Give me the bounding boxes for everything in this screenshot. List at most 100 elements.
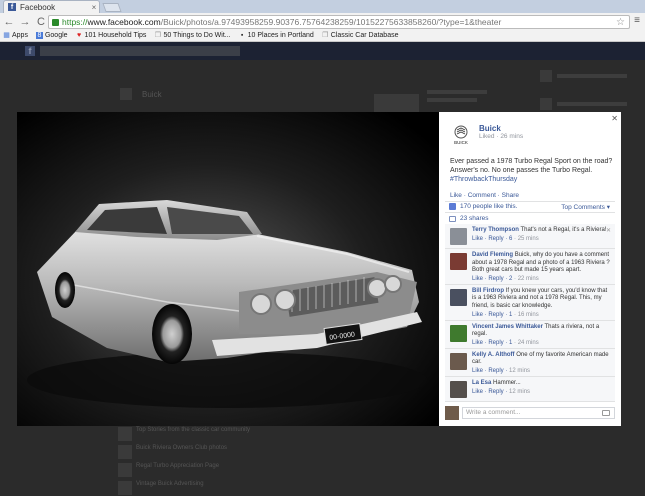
background-thumb xyxy=(118,427,132,441)
bookmark-star-icon[interactable]: ☆ xyxy=(616,17,625,28)
comment-item: Bill Firdrop If you knew your cars, you'… xyxy=(445,285,615,321)
bookmark-household-tips[interactable]: ♥ 101 Household Tips xyxy=(76,32,146,39)
tab-close-icon[interactable]: × xyxy=(89,3,99,12)
bookmark-google[interactable]: 8 Google xyxy=(35,32,68,39)
page-icon: ❐ xyxy=(322,32,329,39)
tab-strip: f Facebook × xyxy=(0,0,645,13)
background-thumb xyxy=(374,94,419,112)
background-item: Buick Riviera Owners Club photos xyxy=(118,445,318,459)
page-name-link[interactable]: Buick xyxy=(479,124,501,133)
avatar[interactable] xyxy=(450,228,467,245)
divider xyxy=(445,212,615,213)
shares-summary[interactable]: 23 shares xyxy=(449,215,489,222)
like-thumb-icon xyxy=(449,203,456,210)
avatar[interactable] xyxy=(450,288,467,306)
background-thumb xyxy=(118,481,132,495)
comment-footer: Like · Reply · 1 · 16 mins xyxy=(472,311,539,318)
facebook-search-input xyxy=(40,46,240,56)
bookmark-50-things[interactable]: ❐ 50 Things to Do Wit... xyxy=(154,32,231,39)
avatar[interactable] xyxy=(450,324,467,342)
background-avatar xyxy=(120,88,132,100)
facebook-top-bar: f xyxy=(0,42,645,60)
lock-icon xyxy=(52,18,59,26)
avatar xyxy=(445,406,459,420)
background-thumb xyxy=(118,463,132,477)
tab-facebook[interactable]: f Facebook × xyxy=(3,0,100,13)
comments-list: ✕ Terry Thompson That's not a Regal, it'… xyxy=(445,224,615,402)
background-bottom-list: Top Stories from the classic car communi… xyxy=(118,427,318,496)
avatar[interactable] xyxy=(450,380,467,398)
bookmarks-bar: ▦ Apps 8 Google ♥ 101 Household Tips ❐ 5… xyxy=(0,30,645,42)
browser-toolbar: ← → C https://www.facebook.com/Buick/pho… xyxy=(0,13,645,30)
bookmark-portland[interactable]: ▪ 10 Places in Portland xyxy=(239,32,314,39)
comment-author[interactable]: La Esa xyxy=(472,380,491,386)
car-photo[interactable]: 00-0000 xyxy=(17,112,439,426)
comment-item: David Fleming Buick, why do you have a c… xyxy=(445,249,615,285)
chrome-menu-icon[interactable]: ≡ xyxy=(632,15,642,26)
tab-title: Facebook xyxy=(20,2,56,12)
buick-logo-icon[interactable]: BUICK xyxy=(450,124,472,146)
comment-item: La Esa Hammer... Like · Reply · 12 mins xyxy=(445,377,615,402)
background-avatar xyxy=(540,70,552,82)
apps-icon: ▦ xyxy=(3,32,10,39)
comment-item: Kelly A. Althoff One of my favorite Amer… xyxy=(445,349,615,377)
heart-icon: ♥ xyxy=(76,32,82,39)
comment-author[interactable]: Vincent James Whittaker xyxy=(472,324,543,330)
background-line xyxy=(427,98,477,102)
avatar[interactable] xyxy=(450,253,467,270)
reload-icon[interactable]: C xyxy=(34,15,48,29)
buick-riviera-image: 00-0000 xyxy=(17,112,439,426)
divider xyxy=(445,201,615,202)
comment-input[interactable]: Write a comment... xyxy=(462,407,615,419)
google-icon: 8 xyxy=(35,32,43,39)
comment-text: Hammer... xyxy=(493,379,521,386)
comment-author[interactable]: David Fleming xyxy=(472,252,513,258)
comment-footer: Like · Reply · 12 mins xyxy=(472,388,531,395)
buick-logo-text: BUICK xyxy=(454,140,468,145)
page-icon: ▪ xyxy=(240,32,244,39)
page-icon: ❐ xyxy=(154,32,162,39)
comment-footer: Like · Reply · 1 · 24 mins xyxy=(472,339,539,346)
post-meta: Liked · 26 mins xyxy=(479,133,524,140)
comment-author[interactable]: Kelly A. Althoff xyxy=(472,352,515,358)
background-avatar xyxy=(540,98,552,110)
background-item: Top Stories from the classic car communi… xyxy=(118,427,318,441)
background-line xyxy=(557,74,627,78)
close-icon[interactable]: ✕ xyxy=(611,114,618,123)
hashtag-link[interactable]: #ThrowbackThursday xyxy=(450,176,517,183)
comment-author[interactable]: Bill Firdrop xyxy=(472,288,504,294)
write-comment-row: Write a comment... xyxy=(445,405,615,421)
new-tab-button[interactable] xyxy=(102,3,122,12)
share-icon xyxy=(449,215,456,222)
background-sidebar xyxy=(372,62,637,112)
comment-author[interactable]: Terry Thompson xyxy=(472,227,519,233)
bookmark-classic-car-database[interactable]: ❐ Classic Car Database xyxy=(322,32,398,39)
background-line xyxy=(557,102,627,106)
top-comments-dropdown[interactable]: Top Comments ▾ xyxy=(561,203,610,211)
bookmark-apps[interactable]: ▦ Apps xyxy=(3,32,28,39)
camera-icon[interactable] xyxy=(602,410,610,416)
url-text[interactable]: https://www.facebook.com/Buick/photos/a.… xyxy=(62,17,616,27)
back-arrow-icon[interactable]: ← xyxy=(2,15,16,29)
post-actions[interactable]: Like · Comment · Share xyxy=(450,192,519,199)
facebook-logo-icon: f xyxy=(25,46,35,56)
background-item: Vintage Buick Advertising xyxy=(118,481,318,495)
address-bar[interactable]: https://www.facebook.com/Buick/photos/a.… xyxy=(48,15,630,29)
background-thumb xyxy=(118,445,132,459)
post-body: Ever passed a 1978 Turbo Regal Sport on … xyxy=(450,158,613,174)
comment-text: That's not a Regal, it's a Riviera! xyxy=(520,227,607,233)
close-icon[interactable]: ✕ xyxy=(606,227,611,234)
comment-footer: Like · Reply · 2 · 22 mins xyxy=(472,275,539,282)
comment-item: ✕ Terry Thompson That's not a Regal, it'… xyxy=(445,224,615,249)
facebook-favicon-icon: f xyxy=(8,3,16,11)
comment-item: Vincent James Whittaker Thats a riviera,… xyxy=(445,321,615,349)
avatar[interactable] xyxy=(450,352,467,370)
background-line xyxy=(427,90,487,94)
photo-sidebar: ✕ BUICK Buick Liked · 26 mins Ever passe… xyxy=(439,112,621,426)
background-feed: Buick xyxy=(118,62,368,112)
forward-arrow-icon[interactable]: → xyxy=(18,15,32,29)
comment-footer: Like · Reply · 6 · 25 mins xyxy=(472,235,539,242)
post-text: Ever passed a 1978 Turbo Regal Sport on … xyxy=(450,157,615,184)
comment-footer: Like · Reply · 12 mins xyxy=(472,367,531,374)
background-item: Regal Turbo Appreciation Page xyxy=(118,463,318,477)
